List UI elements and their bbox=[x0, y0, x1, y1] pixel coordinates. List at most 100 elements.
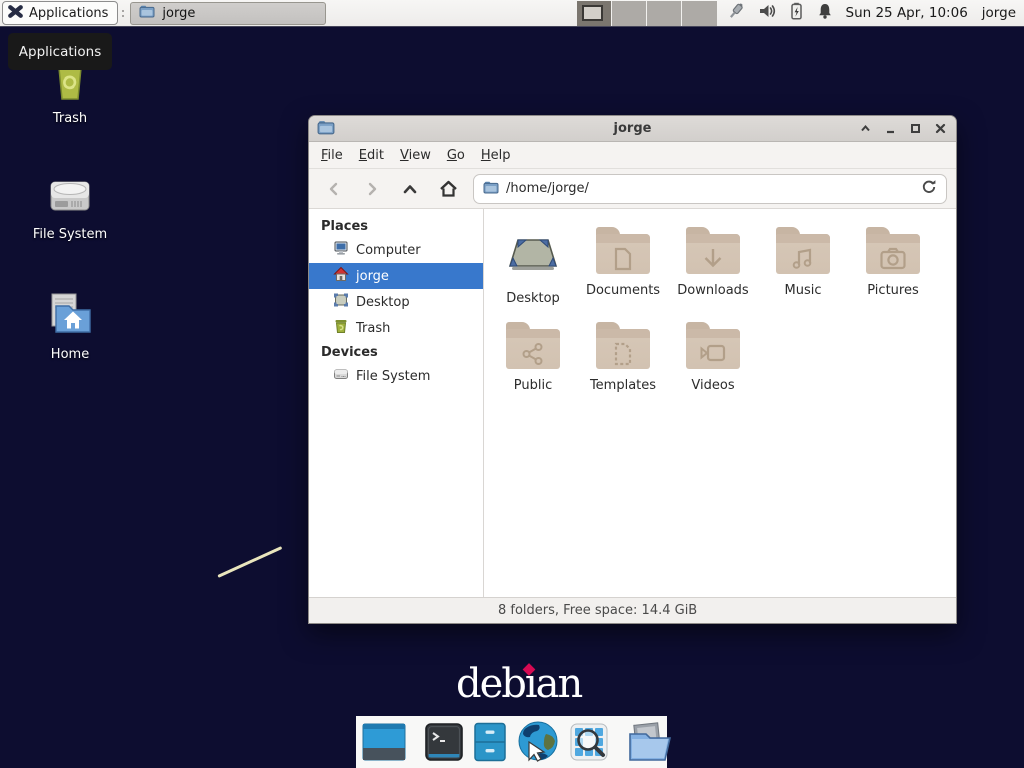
menu-edit[interactable]: Edit bbox=[351, 144, 392, 167]
applications-menu-button[interactable]: Applications bbox=[2, 1, 118, 25]
titlebar[interactable]: jorge bbox=[309, 116, 956, 142]
sidebar-item-label: File System bbox=[356, 369, 430, 384]
file-item-public[interactable]: Public bbox=[488, 321, 578, 416]
sidebar-item-desktop[interactable]: Desktop bbox=[309, 289, 483, 315]
panel-clock[interactable]: Sun 25 Apr, 10:06 bbox=[846, 5, 968, 21]
file-item-pictures[interactable]: Pictures bbox=[848, 226, 938, 321]
file-label: Templates bbox=[590, 378, 656, 393]
trash-icon bbox=[333, 318, 349, 338]
sidebar-item-label: Desktop bbox=[356, 295, 410, 310]
sidebar-item-jorge[interactable]: jorge bbox=[309, 263, 483, 289]
statusbar-text: 8 folders, Free space: 14.4 GiB bbox=[498, 603, 697, 618]
workspace-2[interactable] bbox=[612, 1, 647, 26]
menubar: File Edit View Go Help bbox=[309, 142, 956, 169]
path-bar[interactable]: /home/jorge/ bbox=[473, 174, 947, 204]
show-desktop-icon[interactable] bbox=[362, 721, 406, 763]
workspace-pager bbox=[577, 1, 717, 26]
sidebar-item-computer[interactable]: Computer bbox=[309, 237, 483, 263]
volume-icon[interactable] bbox=[758, 2, 777, 24]
workspace-window-preview bbox=[582, 5, 603, 21]
menu-help[interactable]: Help bbox=[473, 144, 519, 167]
statusbar: 8 folders, Free space: 14.4 GiB bbox=[309, 597, 956, 623]
path-input[interactable]: /home/jorge/ bbox=[506, 181, 914, 196]
sidebar: Places Computer jorge Desktop bbox=[309, 209, 484, 597]
file-label: Downloads bbox=[677, 283, 748, 298]
sidebar-header-places: Places bbox=[309, 215, 483, 237]
directory-menu-icon[interactable] bbox=[627, 722, 673, 762]
file-item-downloads[interactable]: Downloads bbox=[668, 226, 758, 321]
templates-folder-icon bbox=[596, 329, 650, 369]
terminal-icon[interactable] bbox=[424, 722, 464, 762]
tooltip-text: Applications bbox=[19, 44, 101, 60]
xfce-logo-icon bbox=[7, 3, 24, 24]
back-button[interactable] bbox=[321, 176, 347, 202]
panel-username[interactable]: jorge bbox=[982, 5, 1016, 21]
shade-button[interactable] bbox=[857, 121, 873, 137]
sidebar-header-devices: Devices bbox=[309, 341, 483, 363]
panel-handle[interactable] bbox=[118, 1, 128, 25]
file-manager-icon[interactable] bbox=[473, 722, 507, 762]
hard-drive-icon bbox=[45, 172, 95, 222]
public-folder-icon bbox=[506, 329, 560, 369]
menu-go[interactable]: Go bbox=[439, 144, 473, 167]
file-manager-window: jorge File Edit View Go Help bbox=[308, 115, 957, 624]
file-label: Music bbox=[785, 283, 822, 298]
desktop-icon-label: Trash bbox=[53, 111, 87, 126]
file-item-documents[interactable]: Documents bbox=[578, 226, 668, 321]
minimize-button[interactable] bbox=[882, 121, 898, 137]
desktop-icon-label: Home bbox=[51, 347, 89, 362]
top-panel: Applications jorge Sun 25 Apr, 10:06 jor… bbox=[0, 0, 1024, 27]
sidebar-item-trash[interactable]: Trash bbox=[309, 315, 483, 341]
up-button[interactable] bbox=[397, 176, 423, 202]
desktop-icon-file-system[interactable]: File System bbox=[16, 172, 124, 242]
toolbar: /home/jorge/ bbox=[309, 169, 956, 209]
applications-tooltip: Applications bbox=[8, 33, 112, 70]
path-folder-icon bbox=[483, 179, 499, 199]
maximize-button[interactable] bbox=[907, 121, 923, 137]
file-item-templates[interactable]: Templates bbox=[578, 321, 668, 416]
desktop-line-artifact bbox=[217, 546, 282, 578]
taskbar-window-label: jorge bbox=[162, 6, 195, 21]
home-icon bbox=[333, 266, 349, 286]
sidebar-item-file-system[interactable]: File System bbox=[309, 363, 483, 389]
workspace-1[interactable] bbox=[577, 1, 612, 26]
file-item-desktop[interactable]: Desktop bbox=[488, 226, 578, 321]
sidebar-item-label: Computer bbox=[356, 243, 421, 258]
menu-view[interactable]: View bbox=[392, 144, 439, 167]
pictures-folder-icon bbox=[866, 234, 920, 274]
menu-file[interactable]: File bbox=[313, 144, 351, 167]
system-tray bbox=[725, 2, 834, 24]
computer-icon bbox=[333, 240, 349, 260]
forward-button[interactable] bbox=[359, 176, 385, 202]
applications-menu-label: Applications bbox=[29, 6, 108, 21]
file-item-music[interactable]: Music bbox=[758, 226, 848, 321]
battery-charging-icon[interactable] bbox=[788, 2, 805, 24]
network-cable-icon[interactable] bbox=[725, 2, 747, 24]
downloads-folder-icon bbox=[686, 234, 740, 274]
bottom-dock bbox=[356, 716, 667, 768]
sidebar-item-label: Trash bbox=[356, 321, 390, 336]
file-label: Desktop bbox=[506, 291, 560, 306]
application-finder-icon[interactable] bbox=[569, 722, 609, 762]
reload-button[interactable] bbox=[921, 179, 937, 199]
file-view[interactable]: Desktop Documents Downloads Music bbox=[484, 209, 956, 597]
file-label: Public bbox=[514, 378, 552, 393]
folder-icon bbox=[139, 3, 155, 23]
file-item-videos[interactable]: Videos bbox=[668, 321, 758, 416]
hard-drive-icon bbox=[333, 366, 349, 386]
home-button[interactable] bbox=[435, 176, 461, 202]
videos-folder-icon bbox=[686, 329, 740, 369]
file-label: Documents bbox=[586, 283, 660, 298]
close-button[interactable] bbox=[932, 121, 948, 137]
desktop-icon-home[interactable]: Home bbox=[16, 290, 124, 362]
home-folder-icon bbox=[45, 290, 95, 342]
web-browser-icon[interactable] bbox=[516, 720, 560, 764]
file-label: Videos bbox=[691, 378, 734, 393]
workspace-4[interactable] bbox=[682, 1, 717, 26]
workspace-3[interactable] bbox=[647, 1, 682, 26]
notification-bell-icon[interactable] bbox=[816, 2, 834, 24]
desktop-icon bbox=[333, 292, 349, 312]
taskbar-window-button[interactable]: jorge bbox=[130, 2, 326, 25]
desktop-icon-label: File System bbox=[33, 227, 107, 242]
debian-logo: debian bbox=[456, 662, 581, 706]
